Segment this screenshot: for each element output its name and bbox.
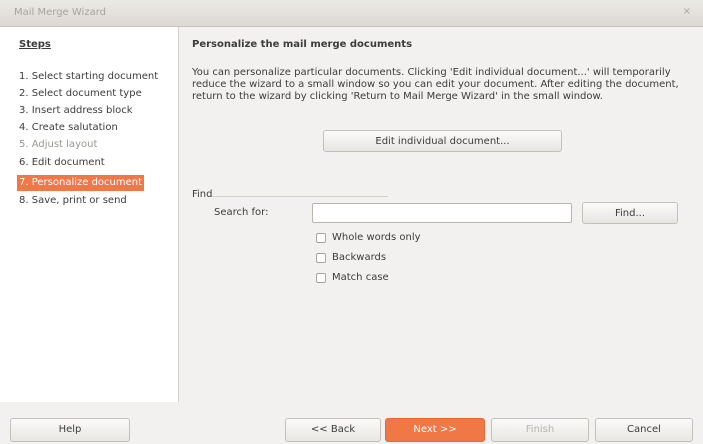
cancel-button[interactable]: Cancel [595,418,693,442]
title-bar: Mail Merge Wizard × [0,0,703,27]
find-section-divider [212,196,388,197]
checkbox-label: Backwards [332,252,387,263]
step-save-print-send[interactable]: 8. Save, print or send [17,193,129,209]
step-personalize-document[interactable]: 7. Personalize document [17,175,145,191]
step-create-salutation[interactable]: 4. Create salutation [17,120,120,136]
checkbox-box[interactable] [316,253,326,263]
steps-header: Steps [19,39,51,50]
main-panel: Personalize the mail merge documents You… [179,27,703,402]
button-bar: Help << Back Next >> Finish Cancel [0,402,703,444]
step-select-document-type[interactable]: 2. Select document type [17,86,144,102]
help-button[interactable]: Help [10,418,130,442]
find-button[interactable]: Find... [582,202,678,224]
finish-button: Finish [491,418,589,442]
description-text: You can personalize particular documents… [192,67,679,102]
search-input[interactable] [312,203,572,223]
window-title: Mail Merge Wizard [14,7,106,18]
steps-sidebar: Steps 1. Select starting document 2. Sel… [0,27,179,402]
next-button[interactable]: Next >> [385,418,485,442]
step-insert-address-block[interactable]: 3. Insert address block [17,103,135,119]
checkbox-label: Whole words only [332,232,421,243]
checkbox-label: Match case [332,272,389,283]
step-select-starting-document[interactable]: 1. Select starting document [17,69,160,85]
close-icon[interactable]: × [683,6,691,17]
back-button[interactable]: << Back [285,418,381,442]
page-title: Personalize the mail merge documents [192,39,413,50]
edit-individual-document-button[interactable]: Edit individual document... [323,130,562,152]
checkbox-box[interactable] [316,233,326,243]
checkbox-box[interactable] [316,273,326,283]
step-adjust-layout: 5. Adjust layout [19,139,98,150]
search-for-label: Search for: [214,207,269,218]
find-section-label: Find [192,189,213,200]
step-edit-document[interactable]: 6. Edit document [17,155,107,171]
